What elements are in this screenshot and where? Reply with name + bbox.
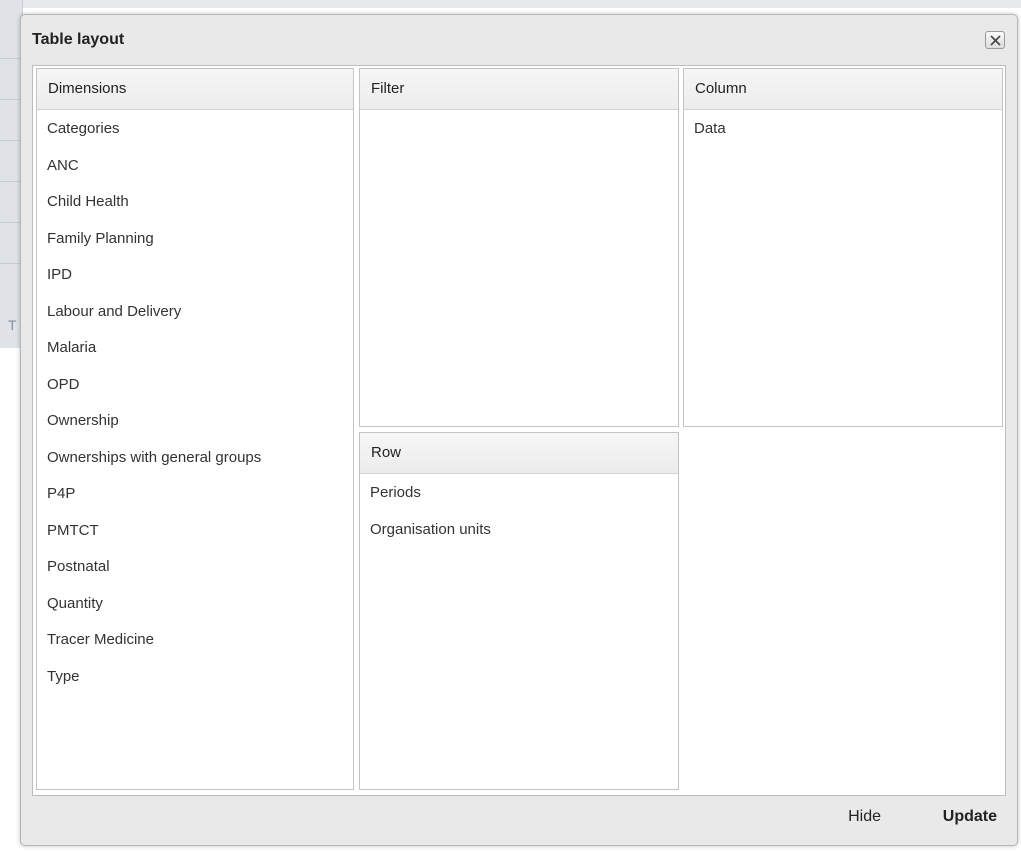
dimensions-list: Categories ANC Child Health Family Planning… <box>37 110 353 701</box>
backdrop-partial-text: T <box>8 317 17 333</box>
table-layout-dialog: Table layout Dimensions Categories ANC Chi… <box>20 14 1018 846</box>
layout-body: Dimensions Categories ANC Child Health Fami… <box>32 65 1006 796</box>
row-panel[interactable]: Row Periods Organisation units <box>359 432 679 790</box>
dimension-item[interactable]: Malaria <box>37 336 353 373</box>
dimension-item[interactable]: PMTCT <box>37 519 353 556</box>
dimension-item[interactable]: Type <box>37 665 353 702</box>
row-list: Periods Organisation units <box>360 474 678 554</box>
column-header: Column <box>684 69 1002 110</box>
dimension-item[interactable]: IPD <box>37 263 353 300</box>
hide-button[interactable]: Hide <box>848 808 881 826</box>
row-header: Row <box>360 433 678 474</box>
dimensions-panel[interactable]: Dimensions Categories ANC Child Health Fami… <box>36 68 354 790</box>
dialog-footer: Hide Update <box>21 796 1017 845</box>
dimension-item[interactable]: P4P <box>37 482 353 519</box>
update-button[interactable]: Update <box>943 808 997 826</box>
dimension-item[interactable]: Family Planning <box>37 227 353 264</box>
column-panel[interactable]: Column Data <box>683 68 1003 427</box>
dimension-item[interactable]: Labour and Delivery <box>37 300 353 337</box>
filter-header: Filter <box>360 69 678 110</box>
close-icon <box>990 35 1001 46</box>
dialog-title: Table layout <box>32 31 125 48</box>
dimension-item[interactable]: Ownership <box>37 409 353 446</box>
dimension-item[interactable]: Child Health <box>37 190 353 227</box>
close-button[interactable] <box>985 31 1005 49</box>
row-item[interactable]: Periods <box>360 481 678 518</box>
dimension-item[interactable]: Postnatal <box>37 555 353 592</box>
dimension-item[interactable]: ANC <box>37 154 353 191</box>
filter-panel[interactable]: Filter <box>359 68 679 427</box>
dimension-item[interactable]: OPD <box>37 373 353 410</box>
dimension-item[interactable]: Categories <box>37 117 353 154</box>
filter-list <box>360 110 678 117</box>
dimension-item[interactable]: Quantity <box>37 592 353 629</box>
column-item[interactable]: Data <box>684 117 1002 154</box>
column-list: Data <box>684 110 1002 154</box>
dimension-item[interactable]: Tracer Medicine <box>37 628 353 665</box>
dimensions-header: Dimensions <box>37 69 353 110</box>
row-item[interactable]: Organisation units <box>360 518 678 555</box>
backdrop-top-bar <box>0 0 1021 8</box>
dimension-item[interactable]: Ownerships with general groups <box>37 446 353 483</box>
